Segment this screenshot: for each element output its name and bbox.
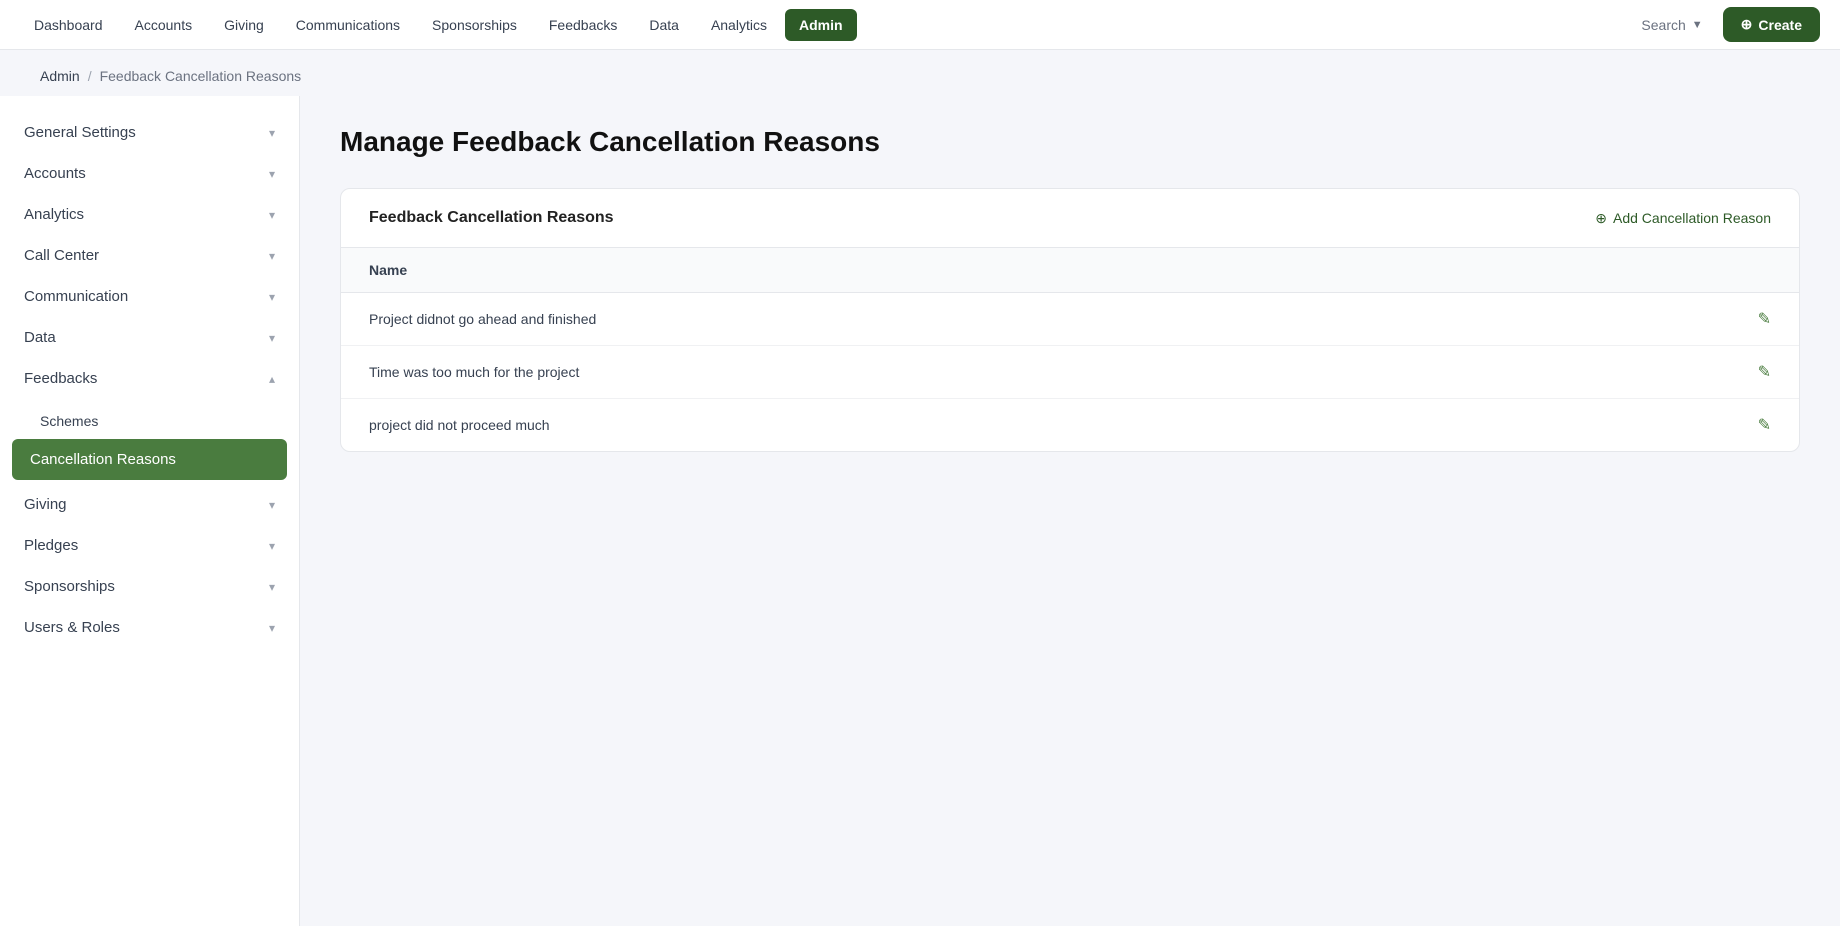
nav-dashboard[interactable]: Dashboard (20, 9, 117, 41)
row-actions[interactable]: ✎ (1730, 399, 1799, 452)
edit-icon[interactable]: ✎ (1758, 362, 1771, 382)
nav-giving[interactable]: Giving (210, 9, 278, 41)
chevron-down-icon: ▾ (269, 580, 275, 594)
create-plus-icon: ⊕ (1741, 16, 1753, 33)
sidebar-item-giving[interactable]: Giving ▾ (0, 484, 299, 525)
sidebar: General Settings ▾ Accounts ▾ Analytics … (0, 96, 300, 926)
chevron-down-icon: ▾ (269, 167, 275, 181)
sidebar-item-pledges[interactable]: Pledges ▾ (0, 525, 299, 566)
sidebar-subitem-schemes[interactable]: Schemes (0, 403, 299, 439)
chevron-down-icon: ▾ (269, 208, 275, 222)
breadcrumb-current: Feedback Cancellation Reasons (100, 68, 302, 84)
nav-admin[interactable]: Admin (785, 9, 857, 41)
chevron-down-icon: ▾ (269, 290, 275, 304)
table-row: Time was too much for the project ✎ (341, 346, 1799, 399)
sidebar-item-data[interactable]: Data ▾ (0, 317, 299, 358)
search-area[interactable]: Search ▼ (1641, 17, 1702, 33)
sidebar-item-call-center[interactable]: Call Center ▾ (0, 235, 299, 276)
sidebar-label-general-settings: General Settings (24, 124, 136, 141)
nav-accounts[interactable]: Accounts (121, 9, 207, 41)
sidebar-label-accounts: Accounts (24, 165, 86, 182)
table-row: Project didnot go ahead and finished ✎ (341, 293, 1799, 346)
sidebar-label-feedbacks: Feedbacks (24, 370, 97, 387)
nav-analytics[interactable]: Analytics (697, 9, 781, 41)
sidebar-label-data: Data (24, 329, 56, 346)
sidebar-label-pledges: Pledges (24, 537, 78, 554)
row-actions[interactable]: ✎ (1730, 346, 1799, 399)
sidebar-item-general-settings[interactable]: General Settings ▾ (0, 112, 299, 153)
nav-sponsorships[interactable]: Sponsorships (418, 9, 531, 41)
sidebar-label-users-roles: Users & Roles (24, 619, 120, 636)
breadcrumb-separator: / (88, 68, 92, 84)
nav-communications[interactable]: Communications (282, 9, 414, 41)
sidebar-item-users-roles[interactable]: Users & Roles ▾ (0, 607, 299, 648)
card-title: Feedback Cancellation Reasons (369, 209, 614, 227)
nav-data[interactable]: Data (635, 9, 693, 41)
card-header: Feedback Cancellation Reasons ⊕ Add Canc… (341, 189, 1799, 248)
sidebar-item-analytics[interactable]: Analytics ▾ (0, 194, 299, 235)
page-title: Manage Feedback Cancellation Reasons (340, 126, 1800, 158)
sidebar-label-communication: Communication (24, 288, 128, 305)
add-icon: ⊕ (1595, 210, 1607, 227)
row-name: Time was too much for the project (341, 346, 1730, 399)
chevron-up-icon: ▴ (269, 372, 275, 386)
sidebar-label-giving: Giving (24, 496, 67, 513)
nav-feedbacks[interactable]: Feedbacks (535, 9, 631, 41)
chevron-down-icon: ▾ (269, 621, 275, 635)
add-btn-label: Add Cancellation Reason (1613, 210, 1771, 226)
edit-icon[interactable]: ✎ (1758, 309, 1771, 329)
page-layout: General Settings ▾ Accounts ▾ Analytics … (0, 96, 1840, 926)
table-header-name: Name (341, 248, 1730, 293)
row-actions[interactable]: ✎ (1730, 293, 1799, 346)
sidebar-item-communication[interactable]: Communication ▾ (0, 276, 299, 317)
search-label: Search (1641, 17, 1685, 33)
chevron-down-icon: ▾ (269, 539, 275, 553)
cancellation-reasons-card: Feedback Cancellation Reasons ⊕ Add Canc… (340, 188, 1800, 452)
row-name: Project didnot go ahead and finished (341, 293, 1730, 346)
breadcrumb-root[interactable]: Admin (40, 68, 80, 84)
cancellation-reasons-table: Name Project didnot go ahead and finishe… (341, 248, 1799, 451)
sidebar-subitem-cancellation-reasons[interactable]: Cancellation Reasons (12, 439, 287, 480)
chevron-down-icon: ▾ (269, 331, 275, 345)
main-content: Manage Feedback Cancellation Reasons Fee… (300, 96, 1840, 926)
sidebar-item-accounts[interactable]: Accounts ▾ (0, 153, 299, 194)
sidebar-label-sponsorships: Sponsorships (24, 578, 115, 595)
sidebar-item-feedbacks[interactable]: Feedbacks ▴ (0, 358, 299, 399)
chevron-down-icon: ▾ (269, 498, 275, 512)
sidebar-label-call-center: Call Center (24, 247, 99, 264)
create-label: Create (1758, 17, 1802, 33)
row-name: project did not proceed much (341, 399, 1730, 452)
sidebar-label-cancellation-reasons: Cancellation Reasons (30, 451, 176, 468)
add-cancellation-reason-button[interactable]: ⊕ Add Cancellation Reason (1595, 210, 1771, 227)
table-row: project did not proceed much ✎ (341, 399, 1799, 452)
edit-icon[interactable]: ✎ (1758, 415, 1771, 435)
breadcrumb: Admin / Feedback Cancellation Reasons (0, 50, 1840, 96)
sidebar-label-analytics: Analytics (24, 206, 84, 223)
chevron-down-icon: ▾ (269, 249, 275, 263)
chevron-down-icon: ▾ (269, 126, 275, 140)
search-dropdown-icon: ▼ (1692, 19, 1703, 31)
table-header-actions (1730, 248, 1799, 293)
create-button[interactable]: ⊕ Create (1723, 7, 1820, 42)
top-navigation: Dashboard Accounts Giving Communications… (0, 0, 1840, 50)
feedbacks-sub-menu: Schemes Cancellation Reasons (0, 399, 299, 484)
sidebar-item-sponsorships[interactable]: Sponsorships ▾ (0, 566, 299, 607)
